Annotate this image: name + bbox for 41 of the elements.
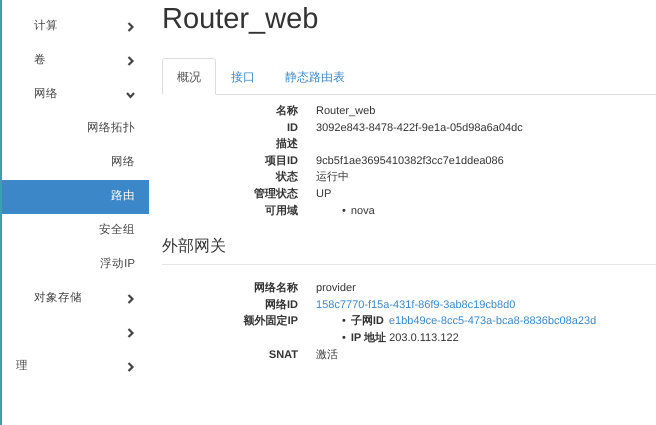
field-value: 运行中 bbox=[316, 171, 349, 184]
sidebar-subitem[interactable]: 路由 bbox=[2, 180, 149, 214]
sidebar-subitem[interactable]: 安全组 bbox=[2, 214, 149, 248]
tab[interactable]: 接口 bbox=[216, 58, 270, 95]
field-value: 激活 bbox=[316, 348, 338, 361]
field-label: ID bbox=[286, 120, 298, 136]
sidebar-item[interactable]: 计算 bbox=[34, 20, 58, 32]
field-label: 名称 bbox=[275, 104, 298, 119]
sidebar-item[interactable]: 卷 bbox=[34, 54, 46, 66]
tab[interactable]: 概况 bbox=[162, 58, 216, 95]
field-value: 3092e843-8478-422f-9e1a-05d98a6a04dc bbox=[316, 122, 523, 134]
bullet: • bbox=[342, 204, 346, 219]
field-label: 状态 bbox=[274, 170, 298, 186]
sidebar-subitem[interactable]: 网络 bbox=[2, 146, 149, 180]
field-label: 额外固定IP bbox=[242, 314, 298, 330]
sidebar-item[interactable]: 理 bbox=[16, 360, 28, 372]
field-label: 管理状态 bbox=[253, 186, 298, 202]
field-value: UP bbox=[316, 188, 332, 200]
sidebar-subitem[interactable]: 网络拓扑 bbox=[2, 112, 149, 146]
field-label: 描述 bbox=[274, 136, 298, 152]
list-item: nova bbox=[350, 204, 375, 219]
link[interactable]: e1bb49ce-8cc5-473a-bca8-8836bc08a23d bbox=[388, 313, 596, 330]
bullet: • bbox=[342, 314, 346, 330]
sidebar-item[interactable]: 对象存储 bbox=[34, 292, 82, 304]
field-value[interactable]: 158c7770-f15a-431f-86f9-3ab8c19cb8d0 bbox=[316, 298, 516, 311]
field-value: provider bbox=[316, 282, 356, 294]
field-label: 网络名称 bbox=[253, 280, 298, 296]
field-label: 可用域 bbox=[264, 204, 298, 219]
sidebar-subitem[interactable]: 浮动IP bbox=[2, 248, 149, 282]
field-label: 子网ID bbox=[350, 314, 384, 330]
field-label: 网络ID bbox=[264, 298, 298, 313]
bullet: • bbox=[342, 330, 346, 346]
list-item: IP 地址 203.0.113.122 bbox=[350, 330, 459, 346]
field-value: 9cb5f1ae3695410382f3cc7e1ddea086 bbox=[316, 154, 504, 167]
field-label: 项目ID bbox=[264, 154, 298, 169]
field-label: SNAT bbox=[268, 348, 298, 363]
section-heading: 外部网关 bbox=[162, 236, 656, 266]
page-title: Router_web bbox=[162, 2, 320, 36]
sidebar-item[interactable]: 网络 bbox=[34, 88, 58, 100]
tab[interactable]: 静态路由表 bbox=[270, 58, 360, 95]
field-value: Router_web bbox=[316, 105, 376, 117]
